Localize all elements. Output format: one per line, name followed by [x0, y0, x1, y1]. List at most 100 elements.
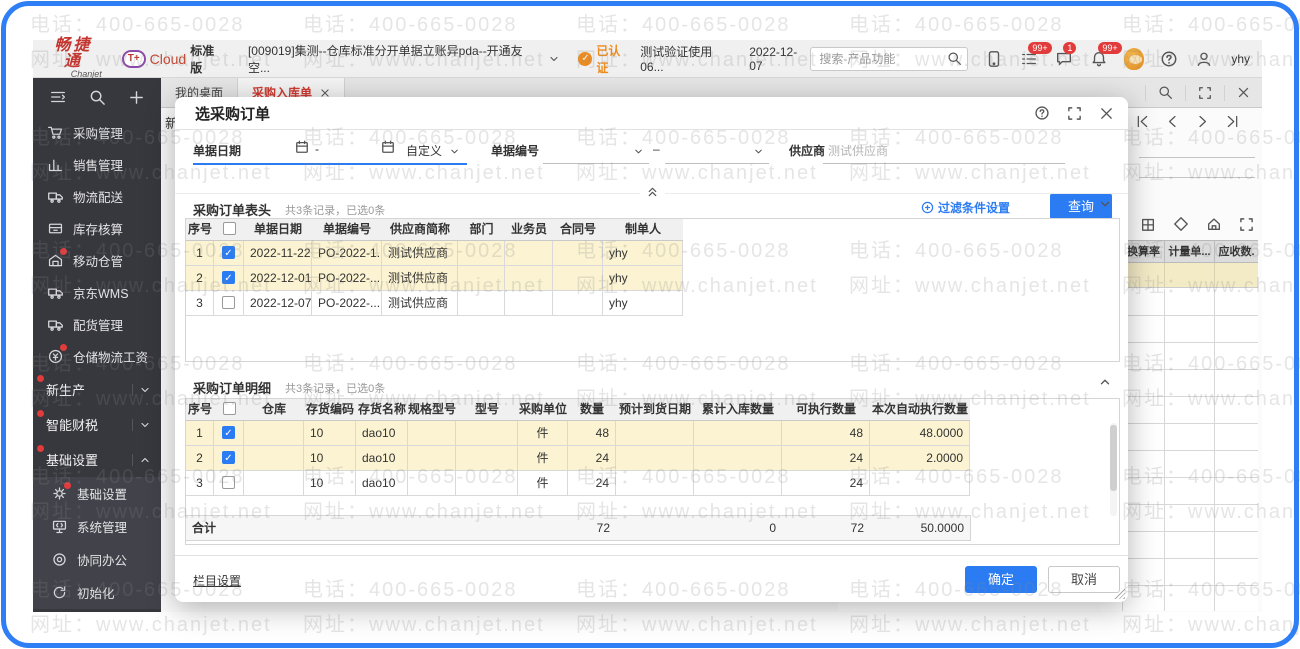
tab-close-icon[interactable]	[320, 88, 330, 98]
help-button[interactable]	[1159, 49, 1179, 69]
doc-no-from-input[interactable]	[543, 163, 649, 164]
search-input[interactable]	[810, 47, 968, 71]
column-header[interactable]: 可执行数量	[782, 399, 870, 421]
detail-scrollbar[interactable]	[1110, 423, 1117, 516]
column-header[interactable]: 规格型号	[408, 399, 456, 421]
chevron-down-icon[interactable]	[449, 144, 460, 162]
column-header[interactable]: 数量	[568, 399, 616, 421]
column-header-checkbox[interactable]	[214, 399, 244, 421]
column-header[interactable]: 序号	[186, 219, 214, 241]
column-header[interactable]: 累计入库数量	[694, 399, 782, 421]
sidebar-item-inventory[interactable]: 库存核算	[33, 212, 161, 244]
column-header[interactable]: 仓库	[244, 399, 304, 421]
prev-record-icon[interactable]	[1165, 114, 1180, 129]
vendor-field-underline[interactable]	[823, 163, 1065, 164]
calendar-icon[interactable]	[295, 140, 309, 159]
detail-section-collapse-icon[interactable]	[1098, 375, 1112, 394]
row-checkbox[interactable]	[222, 296, 235, 309]
next-record-icon[interactable]	[1195, 114, 1210, 129]
message-button[interactable]: 1	[1054, 49, 1074, 69]
column-header[interactable]: 存货编码	[304, 399, 356, 421]
sidebar-item-logistics[interactable]: 物流配送	[33, 180, 161, 212]
support-mascot-button[interactable]	[1124, 49, 1144, 69]
cell-doc-no: PO-2022-...	[312, 266, 382, 291]
account-switcher[interactable]: [009019]集测--仓库标准分开单据立账异pda--开通友空...	[248, 42, 560, 76]
column-header-checkbox[interactable]	[214, 219, 244, 241]
sidebar-group-basic-settings[interactable]: 基础设置	[33, 442, 161, 477]
column-header[interactable]: 部门	[458, 219, 505, 241]
cell-maker: yhy	[603, 266, 683, 291]
column-header[interactable]: 合同号	[553, 219, 603, 241]
date-range-select[interactable]: 自定义	[406, 142, 442, 159]
sidebar-item-label: 库存核算	[73, 219, 123, 238]
column-header[interactable]: 本次自动执行数量	[870, 399, 970, 421]
sidebar-group-finance-tax[interactable]: 智能财税	[33, 407, 161, 442]
column-header[interactable]: 采购单位	[518, 399, 568, 421]
page-close-button[interactable]	[1224, 85, 1262, 101]
filter-settings-link[interactable]: 过滤条件设置	[921, 199, 1010, 216]
sidebar-actions	[33, 78, 161, 116]
vendor-filter-value[interactable]: 测试供应商	[828, 142, 888, 159]
column-header[interactable]: 单据日期	[244, 219, 312, 241]
first-record-icon[interactable]	[1135, 114, 1150, 129]
expand-icon[interactable]	[1239, 217, 1254, 232]
cell-item-code: 10	[304, 471, 356, 496]
chevron-down-icon[interactable]	[753, 144, 764, 162]
sidebar-item-warehouse-payroll[interactable]: 仓储物流工资	[33, 340, 161, 372]
menu-collapse-icon[interactable]	[49, 88, 67, 106]
home-icon[interactable]	[1206, 216, 1222, 232]
total-qty: 72	[568, 516, 616, 540]
calendar-icon[interactable]	[381, 140, 395, 159]
collapse-filter-icon[interactable]	[640, 185, 665, 203]
row-checkbox[interactable]	[222, 451, 235, 464]
column-header[interactable]: 制单人	[603, 219, 683, 241]
page-fullscreen-button[interactable]	[1185, 85, 1224, 101]
batch-grid-icon[interactable]	[1140, 216, 1156, 232]
sidebar-add-icon[interactable]	[128, 89, 145, 106]
select-all-checkbox[interactable]	[223, 402, 236, 415]
sidebar-item-mobile-warehouse[interactable]: 移动仓管	[33, 244, 161, 276]
sidebar-item-distribution[interactable]: 配货管理	[33, 308, 161, 340]
cell-exec-qty: 48	[782, 421, 870, 446]
sidebar-item-collaboration[interactable]: 协同办公	[33, 543, 161, 576]
user-button[interactable]	[1194, 49, 1214, 69]
notification-button[interactable]: 99+	[1089, 49, 1109, 69]
tag-icon[interactable]	[1173, 216, 1189, 232]
head-section-collapse-icon[interactable]	[1098, 197, 1112, 216]
dialog-close-icon[interactable]	[1099, 106, 1114, 121]
doc-no-to-input[interactable]	[665, 163, 769, 164]
dialog-help-icon[interactable]	[1034, 105, 1050, 121]
sidebar-item-basic-setup[interactable]: 基础设置	[33, 477, 161, 510]
row-checkbox[interactable]	[222, 246, 235, 259]
dialog-maximize-icon[interactable]	[1067, 106, 1082, 121]
sidebar-item-initialization[interactable]: 初始化	[33, 576, 161, 609]
sidebar-item-jd-wms[interactable]: 京东WMS	[33, 276, 161, 308]
sidebar-search-icon[interactable]	[89, 89, 106, 106]
todo-button[interactable]: 99+	[1019, 49, 1039, 69]
cancel-button[interactable]: 取消	[1048, 566, 1120, 593]
row-checkbox[interactable]	[222, 476, 235, 489]
row-checkbox[interactable]	[222, 271, 235, 284]
ok-button[interactable]: 确定	[965, 566, 1037, 593]
chevron-down-icon[interactable]	[633, 144, 644, 162]
row-checkbox[interactable]	[222, 426, 235, 439]
sidebar-item-sales[interactable]: 销售管理	[33, 148, 161, 180]
cell-maker: yhy	[603, 241, 683, 266]
last-record-icon[interactable]	[1225, 114, 1240, 129]
column-header[interactable]: 序号	[186, 399, 214, 421]
mobile-device-button[interactable]	[984, 49, 1004, 69]
sidebar-item-system-admin[interactable]: 系统管理	[33, 510, 161, 543]
date-field-underline[interactable]	[193, 163, 467, 165]
column-header[interactable]: 单据编号	[312, 219, 382, 241]
column-header[interactable]: 供应商简称	[382, 219, 458, 241]
column-header[interactable]: 业务员	[505, 219, 553, 241]
page-search-button[interactable]	[1145, 85, 1185, 101]
column-header[interactable]: 存货名称	[356, 399, 408, 421]
sidebar-group-production[interactable]: 新生产	[33, 372, 161, 407]
select-all-checkbox[interactable]	[223, 222, 236, 235]
column-header[interactable]: 型号	[456, 399, 518, 421]
search-icon[interactable]	[947, 51, 962, 66]
sidebar-item-purchase[interactable]: 采购管理	[33, 116, 161, 148]
column-header[interactable]: 预计到货日期	[616, 399, 694, 421]
column-settings-link[interactable]: 栏目设置	[193, 572, 241, 589]
